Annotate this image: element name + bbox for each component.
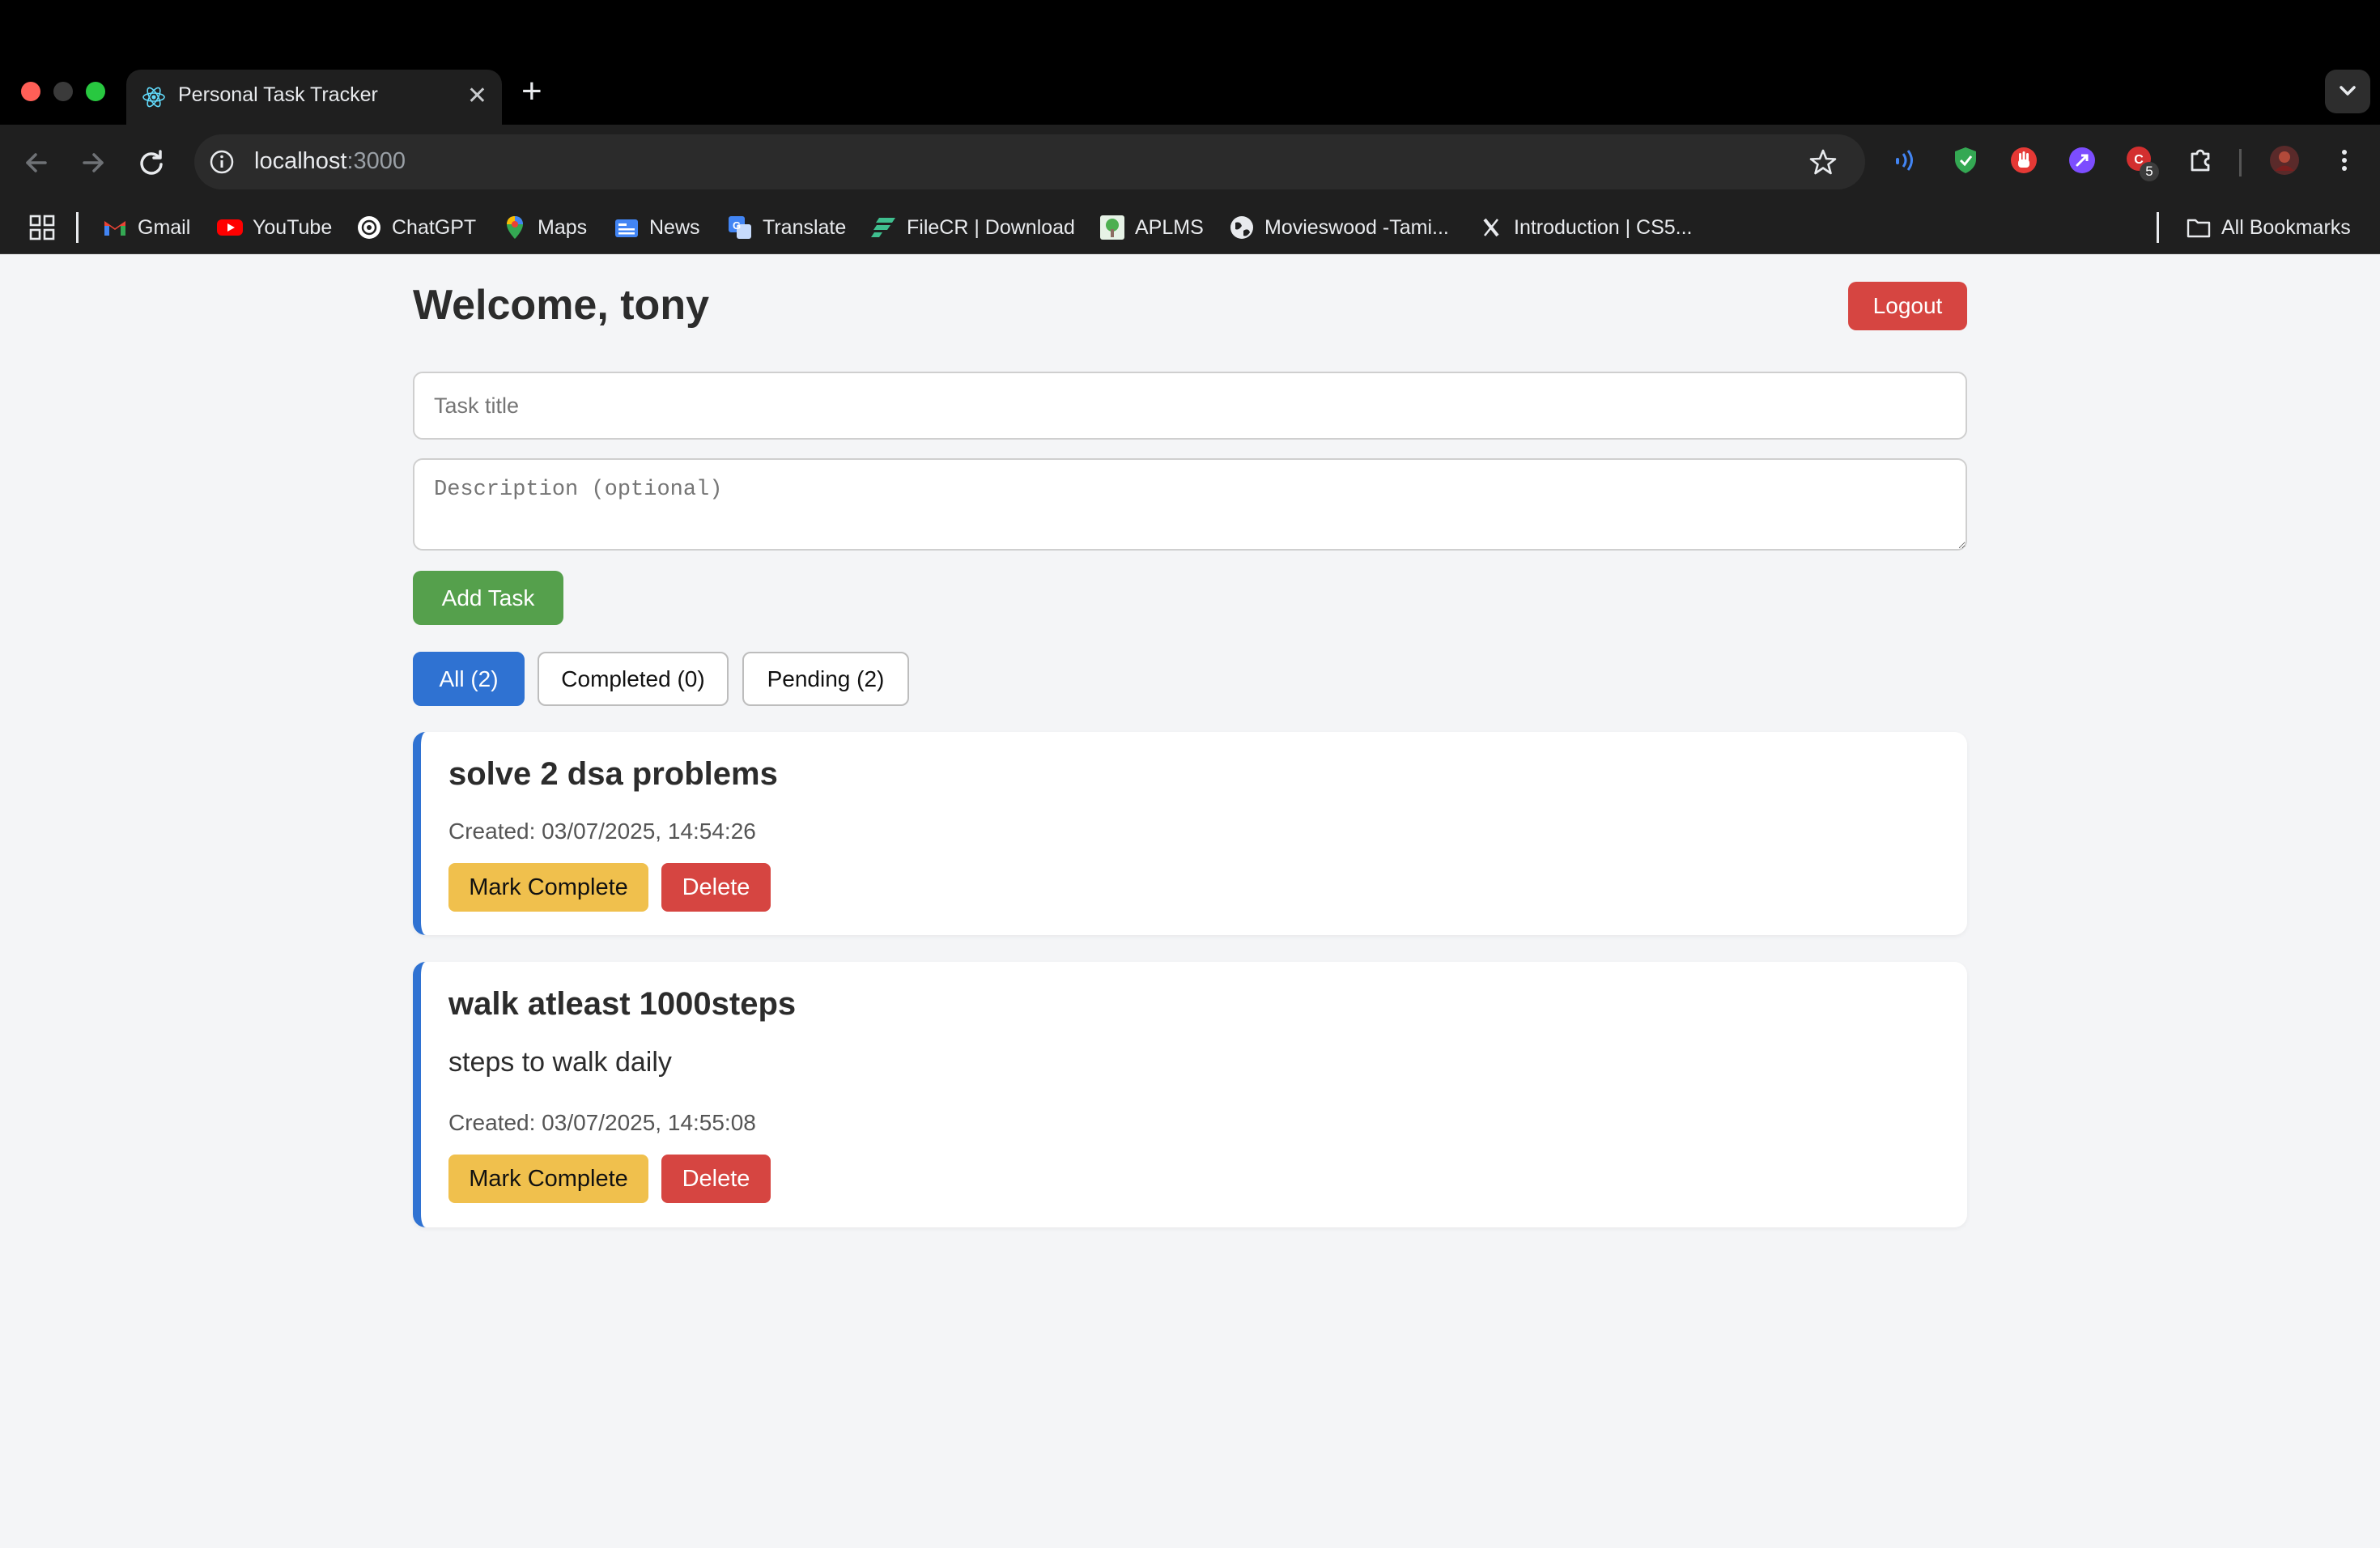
close-tab-icon[interactable]: ✕ — [467, 81, 487, 112]
mark-complete-button[interactable]: Mark Complete — [448, 1155, 648, 1203]
bookmark-star-icon[interactable] — [1807, 146, 1839, 178]
chevron-down-icon — [2340, 86, 2356, 96]
shield-extension-icon[interactable] — [1949, 144, 1982, 176]
bookmark-label: FileCR | Download — [907, 215, 1075, 239]
task-created-date: Created: 03/07/2025, 14:54:26 — [448, 819, 756, 844]
all-bookmarks-label: All Bookmarks — [2221, 215, 2351, 239]
bookmark-gmail[interactable]: Gmail — [102, 212, 190, 243]
chatgpt-icon — [356, 215, 382, 240]
url-host: localhost — [254, 148, 347, 174]
purple-extension-icon[interactable] — [2066, 144, 2098, 176]
bookmark-label: Translate — [763, 215, 847, 239]
bookmark-label: ChatGPT — [392, 215, 477, 239]
react-icon — [142, 87, 165, 108]
welcome-heading: Welcome, tony — [413, 282, 710, 329]
bookmark-divider — [2157, 212, 2159, 243]
minimize-window-button[interactable] — [53, 82, 73, 101]
browser-titlebar: Personal Task Tracker ✕ + — [0, 0, 2380, 125]
svg-text:G: G — [733, 219, 741, 232]
task-description-input[interactable] — [413, 458, 1967, 551]
bookmark-label: YouTube — [253, 215, 333, 239]
news-icon — [614, 215, 640, 240]
task-title-input[interactable] — [413, 372, 1967, 440]
bookmark-label: Gmail — [138, 215, 191, 239]
bookmark-movieswood[interactable]: Movieswood -Tami... — [1229, 212, 1449, 243]
youtube-icon — [217, 215, 243, 240]
translate-icon: G — [727, 215, 753, 240]
filter-completed-button[interactable]: Completed (0) — [538, 652, 729, 706]
filter-pending-button[interactable]: Pending (2) — [742, 652, 909, 706]
back-arrow-icon[interactable] — [16, 142, 57, 183]
globe-icon — [1229, 215, 1255, 240]
task-card: walk atleast 1000steps steps to walk dai… — [413, 962, 1967, 1227]
all-bookmarks-button[interactable]: All Bookmarks — [2186, 212, 2351, 243]
reload-icon[interactable] — [131, 142, 172, 183]
browser-tab[interactable]: Personal Task Tracker ✕ — [126, 70, 502, 125]
gmail-icon — [102, 215, 128, 240]
logout-button[interactable]: Logout — [1848, 282, 1967, 330]
mark-complete-button[interactable]: Mark Complete — [448, 863, 648, 912]
close-window-button[interactable] — [21, 82, 40, 101]
extension-wave-icon[interactable] — [1889, 144, 1922, 176]
address-bar[interactable]: localhost:3000 — [194, 134, 1865, 189]
url-port: :3000 — [346, 148, 406, 174]
puzzle-extensions-icon[interactable] — [2184, 144, 2216, 176]
profile-avatar[interactable] — [2268, 144, 2301, 176]
aplms-icon — [1099, 215, 1125, 240]
task-title: solve 2 dsa problems — [448, 756, 778, 792]
forward-arrow-icon[interactable] — [73, 142, 113, 183]
site-info-icon[interactable] — [206, 146, 238, 178]
maximize-window-button[interactable] — [86, 82, 105, 101]
task-tracker-page: Welcome, tony Logout Add Task All (2) Co… — [0, 255, 2380, 1548]
bookmarks-bar: Gmail YouTube ChatGPT Maps News G Transl… — [0, 201, 2380, 254]
task-description: steps to walk daily — [448, 1047, 672, 1078]
bookmark-divider — [76, 212, 79, 243]
bookmark-label: Movieswood -Tami... — [1264, 215, 1449, 239]
bookmark-label: Introduction | CS5... — [1514, 215, 1693, 239]
bookmark-label: APLMS — [1135, 215, 1204, 239]
delete-task-button[interactable]: Delete — [661, 863, 771, 912]
hand-stop-extension-icon[interactable] — [2008, 144, 2040, 176]
x-logo-icon — [1478, 215, 1504, 240]
folder-icon — [2186, 215, 2212, 240]
new-tab-plus-icon[interactable]: + — [521, 71, 542, 112]
bookmark-maps[interactable]: Maps — [502, 212, 587, 243]
tab-title: Personal Task Tracker — [178, 83, 378, 106]
filecr-icon — [871, 215, 897, 240]
bookmark-filecr[interactable]: FileCR | Download — [871, 212, 1075, 243]
bookmark-introduction[interactable]: Introduction | CS5... — [1478, 212, 1693, 243]
toolbar-divider — [2239, 149, 2242, 176]
url-text[interactable]: localhost:3000 — [254, 148, 406, 175]
bookmark-label: News — [649, 215, 700, 239]
maps-icon — [502, 215, 528, 240]
task-created-date: Created: 03/07/2025, 14:55:08 — [448, 1110, 756, 1135]
apps-grid-icon[interactable] — [28, 213, 57, 242]
task-card: solve 2 dsa problems Created: 03/07/2025… — [413, 732, 1967, 935]
bookmark-news[interactable]: News — [614, 212, 700, 243]
task-title: walk atleast 1000steps — [448, 986, 797, 1022]
delete-task-button[interactable]: Delete — [661, 1155, 771, 1203]
bookmark-chatgpt[interactable]: ChatGPT — [356, 212, 476, 243]
filter-all-button[interactable]: All (2) — [413, 652, 525, 706]
more-menu-icon[interactable] — [2328, 144, 2361, 176]
extension-badge: 5 — [2140, 162, 2159, 181]
bookmark-aplms[interactable]: APLMS — [1099, 212, 1204, 243]
bookmark-label: Maps — [538, 215, 588, 239]
add-task-button[interactable]: Add Task — [413, 571, 563, 625]
browser-toolbar: localhost:3000 C 5 — [0, 125, 2380, 201]
bookmark-youtube[interactable]: YouTube — [217, 212, 332, 243]
tab-search-button[interactable] — [2325, 70, 2370, 113]
bookmark-translate[interactable]: G Translate — [727, 212, 846, 243]
